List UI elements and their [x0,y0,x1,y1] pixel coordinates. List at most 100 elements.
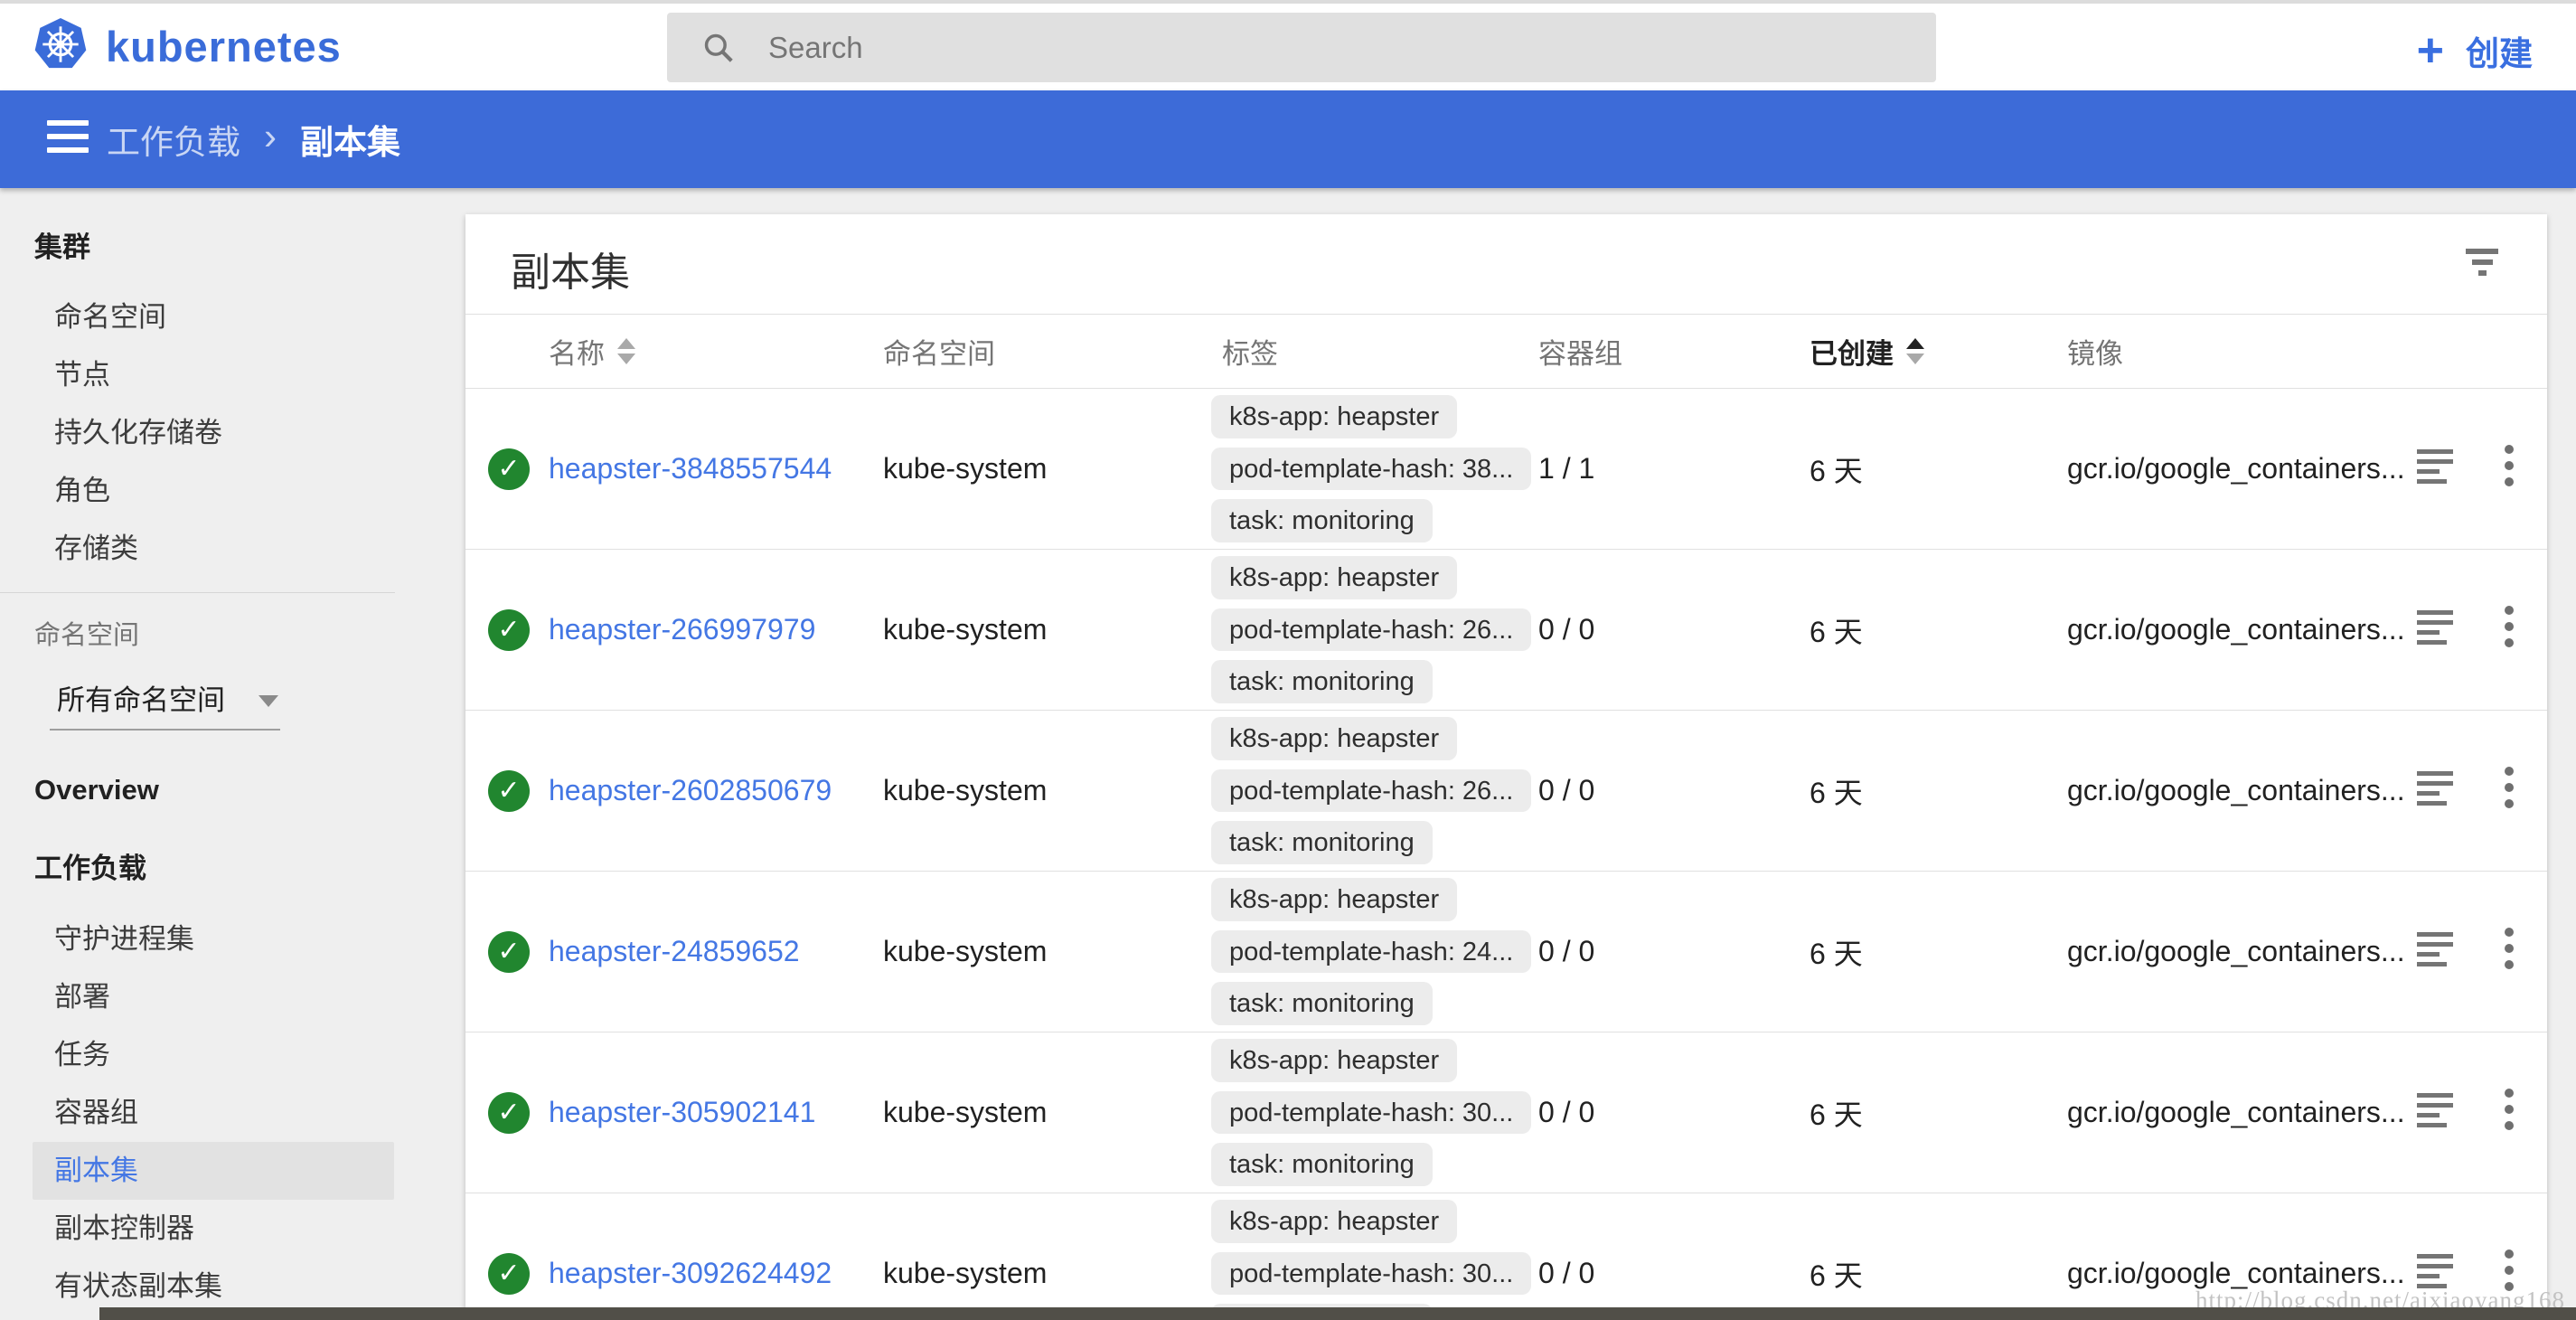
breadcrumb: 工作负载 › 副本集 [107,90,400,188]
label-chip: k8s-app: heapster [1211,878,1457,921]
actions-cell [2470,606,2547,655]
sidebar-item-storage-classes[interactable]: 存储类 [0,520,463,578]
logs-icon[interactable] [2417,771,2453,806]
table-row: ✓ heapster-2602850679 kube-system k8s-ap… [465,711,2547,872]
namespace-select[interactable]: 所有命名空间 [50,672,280,731]
label-chip: k8s-app: heapster [1211,717,1457,760]
images-cell: gcr.io/google_containers... [2056,613,2400,646]
logs-icon[interactable] [2417,610,2453,645]
name-cell: heapster-24859652 [538,935,872,968]
actions-cell [2470,445,2547,494]
labels-cell: k8s-app: heapster pod-template-hash: 24.… [1211,872,1528,1032]
images-cell: gcr.io/google_containers... [2056,935,2400,968]
search-input[interactable] [766,30,1936,66]
logs-icon[interactable] [2417,1093,2453,1127]
name-cell: heapster-3848557544 [538,452,872,486]
sort-icons [617,338,635,364]
actions-cell [2470,767,2547,816]
pods-cell: 1 / 1 [1528,452,1799,486]
kebab-menu-icon[interactable] [2505,1089,2514,1130]
label-chip: task: monitoring [1211,1143,1433,1186]
sidebar-item-replication-controllers[interactable]: 副本控制器 [0,1200,463,1258]
kebab-menu-icon[interactable] [2505,928,2514,969]
name-cell: heapster-2602850679 [538,774,872,807]
top-bar: kubernetes + 创建 [0,4,2576,90]
created-cell: 6 天 [1799,1253,2056,1295]
sidebar-item-jobs[interactable]: 任务 [0,1026,463,1084]
pods-cell: 0 / 0 [1528,1257,1799,1290]
kebab-menu-icon[interactable] [2505,767,2514,808]
label-chip: task: monitoring [1211,499,1433,542]
card-header: 副本集 [465,214,2547,314]
sidebar-item-roles[interactable]: 角色 [0,462,463,520]
actions-cell [2470,928,2547,976]
search-icon [701,31,736,65]
sidebar-item-deployments[interactable]: 部署 [0,968,463,1026]
kebab-menu-icon[interactable] [2505,445,2514,486]
kebab-menu-icon[interactable] [2505,606,2514,647]
search-bar[interactable] [667,13,1936,82]
sidebar-item-overview[interactable]: Overview [0,765,463,816]
replica-set-link[interactable]: heapster-3848557544 [549,452,832,485]
status-cell: ✓ [465,770,538,812]
status-cell: ✓ [465,1092,538,1134]
label-chip: task: monitoring [1211,660,1433,703]
create-button[interactable]: + 创建 [2417,7,2533,94]
column-name[interactable]: 名称 [538,331,872,372]
created-cell: 6 天 [1799,1092,2056,1134]
column-created[interactable]: 已创建 [1799,331,2056,372]
table-body: ✓ heapster-3848557544 kube-system k8s-ap… [465,389,2547,1320]
replica-set-link[interactable]: heapster-3092624492 [549,1257,832,1289]
sidebar-item-nodes[interactable]: 节点 [0,346,463,404]
replica-set-link[interactable]: heapster-266997979 [549,613,815,646]
sort-icons-active [1906,338,1924,364]
column-namespace: 命名空间 [872,331,1211,372]
chevron-right-icon: › [264,118,277,161]
sidebar-section-workloads[interactable]: 工作负载 [0,844,463,894]
table-row: ✓ heapster-305902141 kube-system k8s-app… [465,1032,2547,1193]
caret-down-icon [259,695,278,707]
logs-icon[interactable] [2417,449,2453,484]
sidebar-item-persistent-volumes[interactable]: 持久化存储卷 [0,404,463,462]
kubernetes-logo[interactable]: kubernetes [33,16,342,77]
table-row: ✓ heapster-3848557544 kube-system k8s-ap… [465,389,2547,550]
replica-set-link[interactable]: heapster-305902141 [549,1096,815,1128]
column-images: 镜像 [2056,331,2400,372]
labels-cell: k8s-app: heapster pod-template-hash: 26.… [1211,550,1528,710]
replica-set-link[interactable]: heapster-24859652 [549,935,800,967]
namespace-cell: kube-system [872,1096,1211,1129]
logs-icon[interactable] [2417,932,2453,966]
namespace-cell: kube-system [872,1257,1211,1290]
sidebar-item-pods[interactable]: 容器组 [0,1084,463,1142]
actions-cell [2470,1089,2547,1137]
created-cell: 6 天 [1799,770,2056,812]
bottom-edge-strip [99,1307,2576,1320]
label-chip: task: monitoring [1211,821,1433,864]
breadcrumb-parent[interactable]: 工作负载 [107,115,240,164]
sidebar-item-replica-sets[interactable]: 副本集 [33,1142,394,1200]
check-circle-icon: ✓ [488,448,530,490]
logs-cell [2400,449,2470,489]
kebab-menu-icon[interactable] [2505,1249,2514,1291]
replica-set-link[interactable]: heapster-2602850679 [549,774,832,806]
pods-cell: 0 / 0 [1528,935,1799,968]
nav-bar: 工作负载 › 副本集 [0,90,2576,188]
table-row: ✓ heapster-266997979 kube-system k8s-app… [465,550,2547,711]
namespace-cell: kube-system [872,774,1211,807]
images-cell: gcr.io/google_containers... [2056,774,2400,807]
kubernetes-dashboard: kubernetes + 创建 工作负载 › 副本集 集群 命名空间 节点 持久… [0,0,2576,1320]
name-cell: heapster-305902141 [538,1096,872,1129]
label-chip: k8s-app: heapster [1211,395,1457,438]
labels-cell: k8s-app: heapster pod-template-hash: 30.… [1211,1193,1528,1320]
page-title: 副本集 [511,240,630,297]
label-chip: pod-template-hash: 26... [1211,769,1531,813]
sidebar-item-namespaces[interactable]: 命名空间 [0,288,463,346]
sidebar-item-daemon-sets[interactable]: 守护进程集 [0,910,463,968]
breadcrumb-current: 副本集 [300,115,400,164]
filter-icon[interactable] [2464,249,2500,281]
menu-icon[interactable] [47,120,89,161]
status-cell: ✓ [465,1253,538,1295]
logs-cell [2400,610,2470,650]
label-chip: k8s-app: heapster [1211,556,1457,599]
logs-icon[interactable] [2417,1254,2453,1288]
